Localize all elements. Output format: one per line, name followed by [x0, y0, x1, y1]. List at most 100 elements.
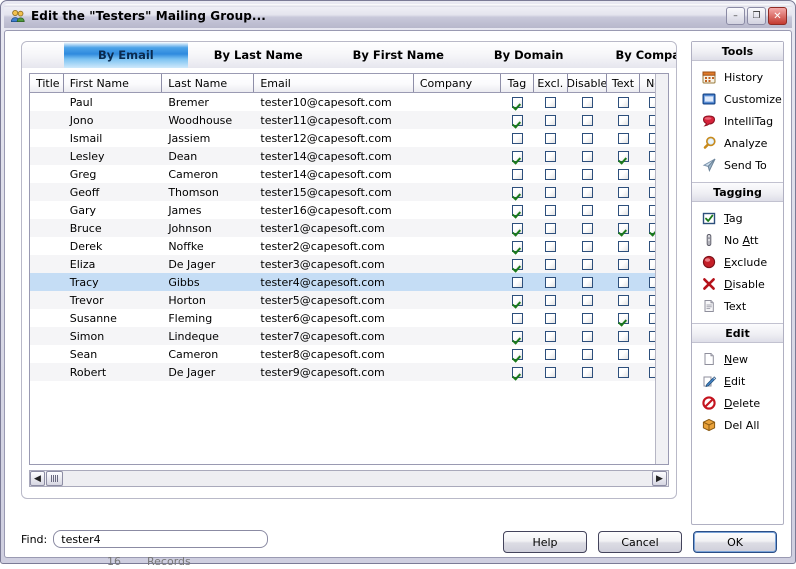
checkbox-tag-unchecked[interactable]: [512, 169, 523, 180]
cell-text[interactable]: [607, 363, 640, 381]
side-item-history[interactable]: History: [692, 66, 783, 88]
checkbox-text-checked[interactable]: [618, 223, 629, 234]
table-row[interactable]: GregCamerontester14@capesoft.com: [30, 165, 668, 183]
checkbox-excl-unchecked[interactable]: [545, 97, 556, 108]
cell-excl[interactable]: [534, 219, 568, 237]
checkbox-text-unchecked[interactable]: [618, 349, 629, 360]
cell-tag[interactable]: [501, 345, 533, 363]
cell-excl[interactable]: [534, 327, 568, 345]
table-row[interactable]: BruceJohnsontester1@capesoft.com: [30, 219, 668, 237]
checkbox-text-checked[interactable]: [618, 151, 629, 162]
column-header-excl[interactable]: Excl.: [534, 74, 568, 92]
cell-excl[interactable]: [534, 183, 568, 201]
cell-excl[interactable]: [534, 201, 568, 219]
checkbox-text-checked[interactable]: [618, 313, 629, 324]
tab-by-email[interactable]: By Email: [64, 42, 188, 68]
checkbox-disable-unchecked[interactable]: [582, 151, 593, 162]
checkbox-tag-checked[interactable]: [512, 187, 523, 198]
checkbox-disable-unchecked[interactable]: [582, 169, 593, 180]
cell-tag[interactable]: [501, 237, 533, 255]
column-header-text[interactable]: Text: [607, 74, 640, 92]
side-item-no-att[interactable]: No Att: [692, 229, 783, 251]
column-header-email[interactable]: Email: [254, 74, 414, 92]
cell-disable[interactable]: [568, 219, 607, 237]
cell-text[interactable]: [607, 309, 640, 327]
cell-text[interactable]: [607, 237, 640, 255]
side-item-delete[interactable]: Delete: [692, 392, 783, 414]
tab-by-company[interactable]: By Company: [589, 42, 676, 68]
table-row[interactable]: PaulBremertester10@capesoft.com: [30, 93, 668, 111]
cell-excl[interactable]: [534, 273, 568, 291]
checkbox-excl-unchecked[interactable]: [545, 169, 556, 180]
table-row[interactable]: TracyGibbstester4@capesoft.com: [30, 273, 668, 291]
scroll-left-button[interactable]: ◀: [30, 471, 45, 486]
checkbox-text-unchecked[interactable]: [618, 133, 629, 144]
column-header-title[interactable]: Title: [30, 74, 64, 92]
checkbox-excl-unchecked[interactable]: [545, 295, 556, 306]
cell-text[interactable]: [607, 201, 640, 219]
checkbox-tag-checked[interactable]: [512, 241, 523, 252]
table-row[interactable]: ElizaDe Jagertester3@capesoft.com: [30, 255, 668, 273]
checkbox-text-unchecked[interactable]: [618, 331, 629, 342]
table-row[interactable]: GeoffThomsontester15@capesoft.com: [30, 183, 668, 201]
table-row[interactable]: SimonLindequetester7@capesoft.com: [30, 327, 668, 345]
cell-disable[interactable]: [568, 237, 607, 255]
cell-tag[interactable]: [501, 129, 533, 147]
checkbox-disable-unchecked[interactable]: [582, 115, 593, 126]
checkbox-excl-unchecked[interactable]: [545, 115, 556, 126]
cell-excl[interactable]: [534, 129, 568, 147]
cell-tag[interactable]: [501, 93, 533, 111]
contacts-grid[interactable]: TitleFirst NameLast NameEmailCompanyTagE…: [29, 73, 669, 465]
cell-tag[interactable]: [501, 291, 533, 309]
grid-body[interactable]: PaulBremertester10@capesoft.comJonoWoodh…: [30, 93, 668, 464]
side-item-customize[interactable]: Customize: [692, 88, 783, 110]
checkbox-tag-checked[interactable]: [512, 97, 523, 108]
checkbox-disable-unchecked[interactable]: [582, 277, 593, 288]
checkbox-text-unchecked[interactable]: [618, 187, 629, 198]
cell-disable[interactable]: [568, 327, 607, 345]
checkbox-disable-unchecked[interactable]: [582, 367, 593, 378]
checkbox-excl-unchecked[interactable]: [545, 205, 556, 216]
cell-disable[interactable]: [568, 111, 607, 129]
cell-disable[interactable]: [568, 309, 607, 327]
cell-text[interactable]: [607, 165, 640, 183]
checkbox-text-unchecked[interactable]: [618, 169, 629, 180]
checkbox-tag-checked[interactable]: [512, 349, 523, 360]
cell-tag[interactable]: [501, 201, 533, 219]
checkbox-disable-unchecked[interactable]: [582, 187, 593, 198]
checkbox-text-unchecked[interactable]: [618, 115, 629, 126]
cell-text[interactable]: [607, 273, 640, 291]
checkbox-tag-unchecked[interactable]: [512, 277, 523, 288]
checkbox-text-unchecked[interactable]: [618, 97, 629, 108]
side-item-new[interactable]: New: [692, 348, 783, 370]
cell-disable[interactable]: [568, 147, 607, 165]
cell-excl[interactable]: [534, 255, 568, 273]
side-item-tag[interactable]: Tag: [692, 207, 783, 229]
cell-disable[interactable]: [568, 273, 607, 291]
side-item-exclude[interactable]: Exclude: [692, 251, 783, 273]
cell-disable[interactable]: [568, 345, 607, 363]
checkbox-excl-unchecked[interactable]: [545, 349, 556, 360]
cell-tag[interactable]: [501, 363, 533, 381]
grid-vertical-scrollbar[interactable]: [655, 74, 668, 464]
tab-by-last-name[interactable]: By Last Name: [188, 42, 329, 68]
cell-tag[interactable]: [501, 183, 533, 201]
checkbox-disable-unchecked[interactable]: [582, 97, 593, 108]
checkbox-excl-unchecked[interactable]: [545, 313, 556, 324]
side-item-analyze[interactable]: Analyze: [692, 132, 783, 154]
cell-excl[interactable]: [534, 111, 568, 129]
cell-disable[interactable]: [568, 93, 607, 111]
cell-excl[interactable]: [534, 165, 568, 183]
table-row[interactable]: RobertDe Jagertester9@capesoft.com: [30, 363, 668, 381]
side-item-del-all[interactable]: Del All: [692, 414, 783, 436]
cell-text[interactable]: [607, 327, 640, 345]
cell-text[interactable]: [607, 219, 640, 237]
table-row[interactable]: DerekNoffketester2@capesoft.com: [30, 237, 668, 255]
close-button[interactable]: ✕: [768, 7, 787, 25]
cell-disable[interactable]: [568, 183, 607, 201]
checkbox-tag-checked[interactable]: [512, 295, 523, 306]
cell-excl[interactable]: [534, 237, 568, 255]
maximize-button[interactable]: ❐: [747, 7, 766, 25]
column-header-company[interactable]: Company: [414, 74, 501, 92]
cell-excl[interactable]: [534, 363, 568, 381]
